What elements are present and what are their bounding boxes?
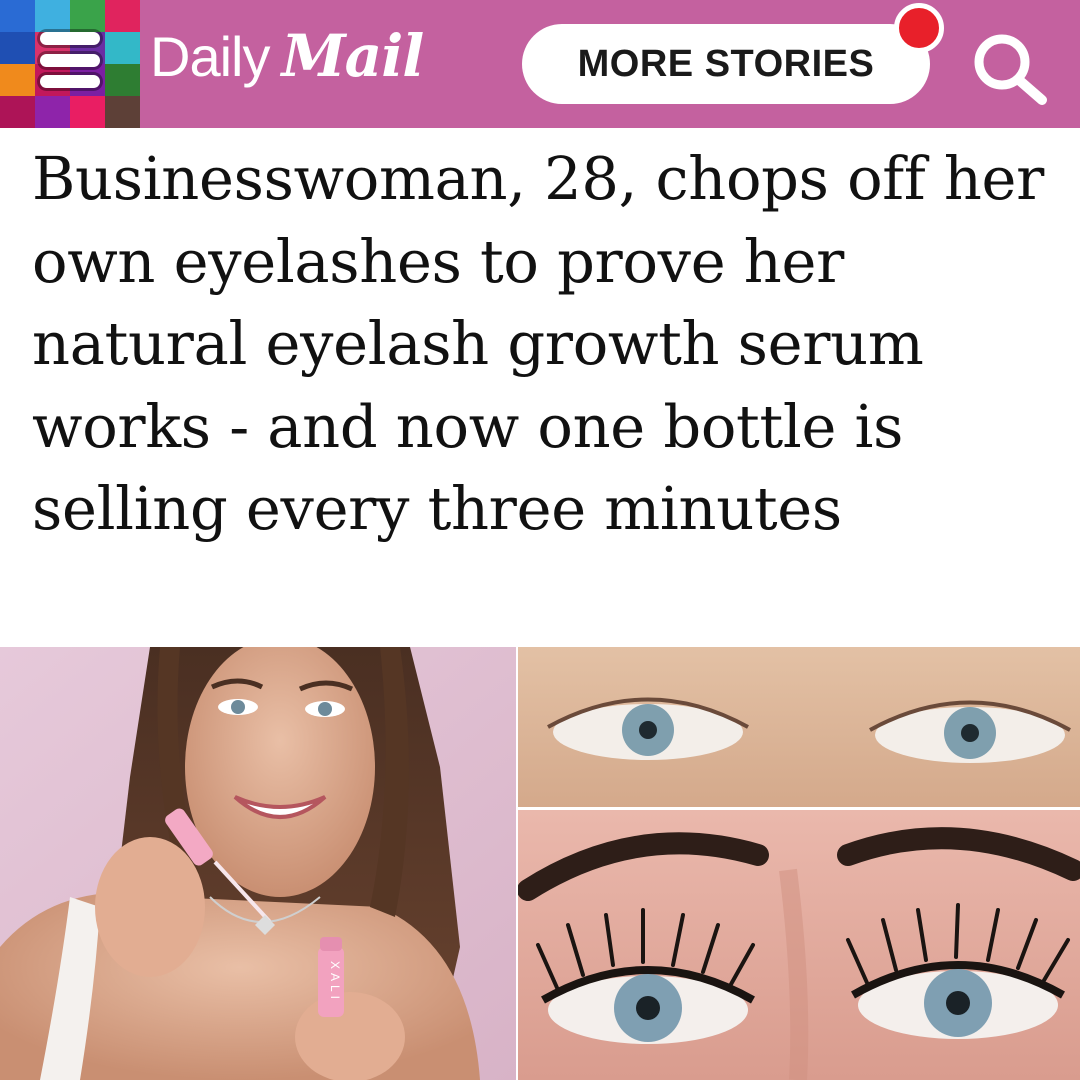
- menu-tile-cell: [105, 96, 140, 128]
- menu-tile-cell: [105, 64, 140, 96]
- search-button[interactable]: [966, 30, 1056, 108]
- menu-tile-cell: [0, 32, 35, 64]
- logo-daily-text: Daily: [150, 25, 270, 88]
- menu-tile-cell: [0, 0, 35, 32]
- menu-tile-cell: [0, 96, 35, 128]
- menu-tile-cell: [70, 96, 105, 128]
- menu-tile-cell: [105, 32, 140, 64]
- article-headline[interactable]: Businesswoman, 28, chops off her own eye…: [32, 138, 1062, 551]
- logo-mail-text: Mail: [281, 22, 424, 90]
- notification-dot: [894, 3, 944, 53]
- site-header: Daily Mail MORE STORIES: [0, 0, 1080, 128]
- product-photo: XALI: [0, 647, 516, 1080]
- menu-tile-cell: [0, 64, 35, 96]
- menu-tile-cell: [35, 96, 70, 128]
- bottle-brand-label: XALI: [328, 961, 342, 1003]
- hamburger-menu-icon: [36, 28, 104, 92]
- after-eyes-photo: [518, 810, 1080, 1080]
- before-eyes-photo: [518, 647, 1080, 807]
- site-logo[interactable]: Daily Mail: [150, 22, 424, 102]
- search-icon: [974, 34, 1047, 105]
- more-stories-button[interactable]: MORE STORIES: [522, 24, 930, 104]
- menu-button[interactable]: [0, 0, 140, 128]
- menu-tile-cell: [105, 0, 140, 32]
